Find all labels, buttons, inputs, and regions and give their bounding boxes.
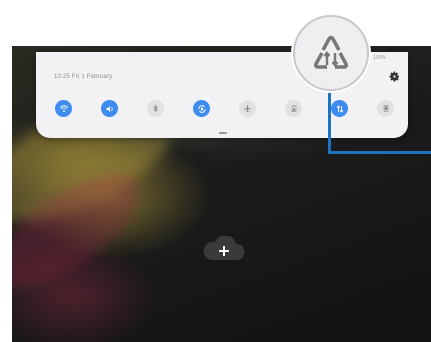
data-saver-icon	[314, 35, 348, 69]
sound-icon	[106, 105, 113, 112]
callout-line-vertical	[328, 84, 331, 154]
sound-toggle-button[interactable]	[101, 100, 118, 117]
airplane-mode-toggle-button[interactable]	[239, 100, 256, 117]
callout-line-horizontal	[328, 151, 431, 154]
wifi-toggle-button[interactable]	[55, 100, 72, 117]
power-saving-toggle-button[interactable]	[285, 100, 302, 117]
airplane-icon	[244, 104, 251, 113]
panel-drag-handle[interactable]	[219, 132, 227, 134]
tablet-toggle-button[interactable]	[377, 100, 394, 117]
callout-magnifier	[293, 15, 369, 91]
bluetooth-icon	[153, 104, 158, 113]
auto-rotate-toggle-button[interactable]	[193, 100, 210, 117]
wifi-icon	[59, 104, 68, 112]
status-indicators: 100%	[373, 55, 386, 61]
bluetooth-toggle-button[interactable]	[147, 100, 164, 117]
gear-icon[interactable]	[388, 70, 400, 82]
rotate-icon	[198, 104, 205, 113]
mobile-data-toggle-button[interactable]	[331, 100, 348, 117]
battery-icon	[291, 105, 296, 113]
cloud-plus-icon[interactable]	[201, 236, 247, 264]
data-arrows-icon	[336, 104, 343, 113]
date-time: 10:25 Fri 1 February	[54, 74, 113, 80]
tablet-icon	[383, 105, 388, 112]
